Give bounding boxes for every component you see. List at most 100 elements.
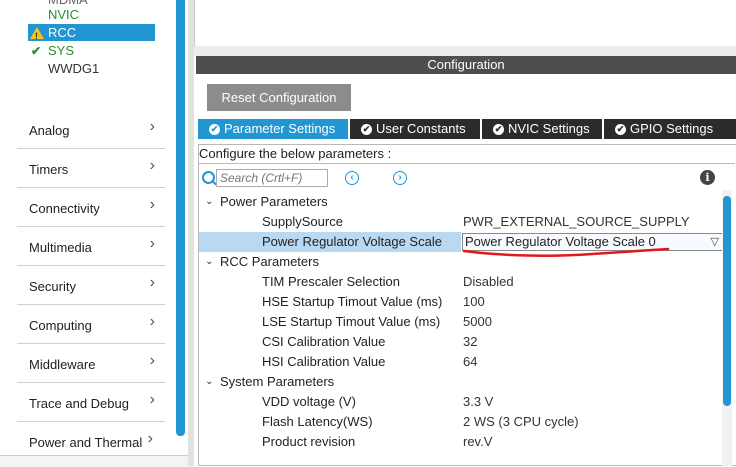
tree-item-sys[interactable]: ✔ SYS — [28, 42, 74, 59]
parameters-scrollbar[interactable] — [723, 196, 731, 406]
param-value: rev.V — [463, 434, 493, 449]
search-input[interactable] — [216, 169, 328, 187]
chevron-right-icon: › — [147, 430, 153, 447]
tree-item-wwdg1[interactable]: WWDG1 — [28, 60, 99, 77]
param-value: 100 — [463, 294, 485, 309]
category-security[interactable]: Security › — [17, 266, 165, 305]
param-row-hse-startup[interactable]: HSE Startup Timout Value (ms) 100 — [199, 292, 722, 312]
param-name: TIM Prescaler Selection — [262, 274, 400, 289]
category-label: Connectivity — [29, 201, 100, 216]
chevron-right-icon: › — [149, 235, 155, 252]
group-rcc-parameters[interactable]: ⌄ RCC Parameters — [199, 252, 722, 272]
tab-parameter-settings[interactable]: ✔ Parameter Settings — [198, 119, 350, 139]
param-row-product-revision[interactable]: Product revision rev.V — [199, 432, 722, 452]
param-name: Flash Latency(WS) — [262, 414, 373, 429]
param-value: Disabled — [463, 274, 514, 289]
warning-icon — [30, 27, 44, 45]
category-timers[interactable]: Timers › — [17, 149, 165, 188]
param-name: LSE Startup Timout Value (ms) — [262, 314, 441, 329]
category-multimedia[interactable]: Multimedia › — [17, 227, 165, 266]
category-label: Timers — [29, 162, 69, 177]
category-label: Middleware — [29, 357, 96, 372]
chevron-right-icon: › — [149, 157, 155, 174]
check-circle-icon: ✔ — [209, 124, 220, 135]
tree-item-sys-label: SYS — [48, 43, 75, 58]
param-name: HSE Startup Timout Value (ms) — [262, 294, 443, 309]
collapse-icon[interactable]: ⌄ — [205, 252, 213, 272]
param-value: 2 WS (3 CPU cycle) — [463, 414, 579, 429]
category-label: Computing — [29, 318, 92, 333]
left-scrollbar[interactable] — [176, 0, 185, 436]
param-name: HSI Calibration Value — [262, 354, 386, 369]
param-name: VDD voltage (V) — [262, 394, 356, 409]
param-row-flash-latency[interactable]: Flash Latency(WS) 2 WS (3 CPU cycle) — [199, 412, 722, 432]
configuration-title: Configuration — [196, 56, 736, 74]
tree-item-rcc-label: RCC — [48, 25, 77, 40]
category-label: Multimedia — [29, 240, 92, 255]
param-name: Power Regulator Voltage Scale — [262, 234, 442, 249]
checkmark-icon: ✔ — [30, 44, 42, 58]
category-middleware[interactable]: Middleware › — [17, 344, 165, 383]
param-name: CSI Calibration Value — [262, 334, 386, 349]
category-trace-and-debug[interactable]: Trace and Debug › — [17, 383, 165, 422]
param-row-csi-calibration[interactable]: CSI Calibration Value 32 — [199, 332, 722, 352]
category-label: Security — [29, 279, 76, 294]
chevron-right-icon: › — [149, 274, 155, 291]
chevron-right-icon: › — [149, 313, 155, 330]
param-value: 32 — [463, 334, 478, 349]
chevron-right-icon: › — [149, 118, 155, 135]
panel-gap — [194, 46, 736, 56]
search-previous-icon[interactable]: ‹ — [345, 171, 359, 185]
param-row-hsi-calibration[interactable]: HSI Calibration Value 64 — [199, 352, 722, 372]
category-label: Power and Thermal — [29, 435, 143, 450]
search-icon — [202, 171, 215, 184]
group-label: RCC Parameters — [220, 254, 319, 269]
category-computing[interactable]: Computing › — [17, 305, 165, 344]
tree-item-nvic[interactable]: NVIC — [28, 6, 79, 23]
group-system-parameters[interactable]: ⌄ System Parameters — [199, 372, 722, 392]
chevron-right-icon: › — [149, 391, 155, 408]
info-icon[interactable]: i — [700, 170, 715, 185]
category-label: Trace and Debug — [29, 396, 129, 411]
chevron-down-icon[interactable]: ▽ — [711, 234, 719, 250]
tab-user-constants[interactable]: ✔ User Constants — [350, 119, 482, 139]
param-value: 64 — [463, 354, 478, 369]
param-name: Product revision — [262, 434, 356, 449]
category-label: Analog — [29, 123, 70, 138]
param-row-tim-prescaler[interactable]: TIM Prescaler Selection Disabled — [199, 272, 722, 292]
param-name: SupplySource — [262, 214, 343, 229]
chevron-right-icon: › — [149, 352, 155, 369]
tab-label: NVIC Settings — [508, 121, 590, 136]
tab-gpio-settings[interactable]: ✔ GPIO Settings — [604, 119, 736, 139]
category-analog[interactable]: Analog › — [17, 110, 165, 149]
left-pane: MDMA NVIC RCC ✔SYS WWDG1 Analog › Timers… — [0, 0, 193, 467]
param-row-supply-source[interactable]: SupplySource PWR_EXTERNAL_SOURCE_SUPPLY — [199, 212, 722, 232]
group-power-parameters[interactable]: ⌄ Power Parameters — [199, 192, 722, 212]
search-next-icon[interactable]: › — [393, 171, 407, 185]
left-horizontal-scrollbar[interactable] — [0, 455, 193, 467]
collapse-icon[interactable]: ⌄ — [205, 372, 213, 392]
tree-item-rcc[interactable]: RCC — [28, 24, 155, 45]
param-value: PWR_EXTERNAL_SOURCE_SUPPLY — [463, 214, 690, 229]
param-row-voltage-scale[interactable]: Power Regulator Voltage Scale — [199, 232, 461, 252]
check-circle-icon: ✔ — [361, 124, 372, 135]
reset-configuration-button[interactable]: Reset Configuration — [207, 84, 351, 111]
param-value: 5000 — [463, 314, 492, 329]
tab-label: User Constants — [376, 121, 466, 136]
mode-panel — [194, 0, 736, 47]
config-tabs: ✔ Parameter Settings ✔ User Constants ✔ NVI… — [198, 119, 736, 139]
param-value: 3.3 V — [463, 394, 494, 409]
collapse-icon[interactable]: ⌄ — [205, 192, 213, 212]
group-label: System Parameters — [220, 374, 335, 389]
param-row-lse-startup[interactable]: LSE Startup Timout Value (ms) 5000 — [199, 312, 722, 332]
chevron-right-icon: › — [149, 196, 155, 213]
group-label: Power Parameters — [220, 194, 328, 209]
check-circle-icon: ✔ — [493, 124, 504, 135]
configure-hint: Configure the below parameters : — [199, 145, 735, 164]
check-circle-icon: ✔ — [615, 124, 626, 135]
category-connectivity[interactable]: Connectivity › — [17, 188, 165, 227]
pane-splitter[interactable] — [188, 0, 194, 466]
tab-label: Parameter Settings — [224, 121, 336, 136]
tab-nvic-settings[interactable]: ✔ NVIC Settings — [482, 119, 604, 139]
param-row-vdd-voltage[interactable]: VDD voltage (V) 3.3 V — [199, 392, 722, 412]
